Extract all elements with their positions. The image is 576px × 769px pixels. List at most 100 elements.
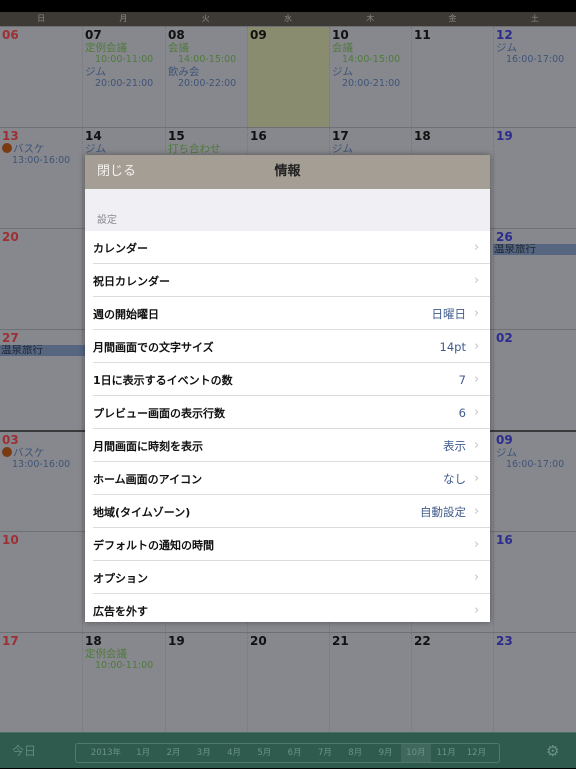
day-number: 03 [2, 433, 19, 447]
settings-row-label: プレビュー画面の表示行数 [93, 406, 225, 420]
weekday-label: 土 [530, 14, 539, 23]
day-cell[interactable]: 20 [0, 229, 82, 329]
month-tab[interactable]: 9月 [370, 744, 400, 762]
day-number: 11 [414, 28, 431, 42]
event-title: バスケ [13, 143, 45, 155]
event-time: 20:00-22:00 [178, 78, 237, 89]
day-number: 23 [496, 634, 513, 648]
day-cell[interactable]: 12 ジム 16:00-17:00 [493, 27, 576, 127]
event-item[interactable]: 定例会議 10:00-11:00 [85, 42, 163, 66]
multi-day-event-bar[interactable]: 温泉旅行 [493, 244, 576, 255]
event-item[interactable]: 会議 14:00-15:00 [168, 42, 245, 66]
settings-row[interactable]: 1日に表示するイベントの数 7 › [85, 363, 490, 396]
event-item[interactable]: ジム 16:00-17:00 [496, 42, 574, 66]
basketball-icon [2, 447, 12, 457]
settings-row[interactable]: プレビュー画面の表示行数 6 › [85, 396, 490, 429]
settings-row[interactable]: 週の開始曜日 日曜日 › [85, 297, 490, 330]
event-item[interactable]: バスケ 13:00-16:00 [2, 447, 80, 471]
settings-row[interactable]: オプション › [85, 561, 490, 594]
settings-row[interactable]: 月間画面に時刻を表示 表示 › [85, 429, 490, 462]
event-title: ジム [85, 66, 106, 78]
day-cell[interactable]: 10 会議 14:00-15:00 ジム 20:00-21:00 [329, 27, 411, 127]
settings-row[interactable]: カレンダー › [85, 231, 490, 264]
month-tab[interactable]: 8月 [340, 744, 370, 762]
event-item[interactable]: ジム 16:00-17:00 [496, 447, 574, 471]
chevron-right-icon: › [474, 504, 480, 519]
event-item[interactable]: ジム 20:00-21:00 [332, 66, 409, 90]
day-cell[interactable]: 17 [0, 633, 82, 733]
settings-row-label: 地域(タイムゾーン) [93, 505, 191, 519]
month-tab[interactable]: 7月 [310, 744, 340, 762]
event-time: 20:00-21:00 [95, 78, 154, 89]
day-cell[interactable]: 13 バスケ 13:00-16:00 [0, 128, 82, 228]
month-tab[interactable]: 6月 [279, 744, 309, 762]
settings-row[interactable]: 地域(タイムゾーン) 自動設定 › [85, 495, 490, 528]
day-cell[interactable]: 10 [0, 532, 82, 632]
weekday-label: 木 [366, 14, 375, 23]
day-cell[interactable]: 08 会議 14:00-15:00 飲み会 20:00-22:00 [165, 27, 247, 127]
month-tab[interactable]: 1月 [128, 744, 158, 762]
event-item[interactable]: 会議 14:00-15:00 [332, 42, 409, 66]
month-tab[interactable]: 3月 [189, 744, 219, 762]
day-cell[interactable]: 16 [493, 532, 576, 632]
settings-row[interactable]: 広告を外す › [85, 594, 490, 622]
day-number: 20 [250, 634, 267, 648]
settings-list: カレンダー › 祝日カレンダー › 週の開始曜日 日曜日 › 月間画面での文字サイズ 14pt ›… [85, 231, 490, 622]
event-item[interactable]: 打ち合わせ [168, 143, 245, 155]
day-cell[interactable]: 09 ジム 16:00-17:00 [493, 432, 576, 532]
event-item[interactable]: ジム [332, 143, 409, 155]
month-tab[interactable]: 10月 [400, 744, 431, 762]
day-number: 07 [85, 28, 102, 42]
day-cell[interactable]: 23 [493, 633, 576, 733]
day-number: 17 [332, 129, 349, 143]
event-item[interactable]: 飲み会 20:00-22:00 [168, 66, 245, 90]
day-cell[interactable]: 20 [247, 633, 329, 733]
close-button[interactable]: 閉じる [97, 155, 136, 189]
month-tab[interactable]: 2月 [158, 744, 188, 762]
settings-row[interactable]: ホーム画面のアイコン なし › [85, 462, 490, 495]
day-cell[interactable]: 19 [165, 633, 247, 733]
day-cell[interactable]: 07 定例会議 10:00-11:00 ジム 20:00-21:00 [82, 27, 165, 127]
settings-row-label: 祝日カレンダー [93, 274, 170, 288]
event-item[interactable]: ジム 20:00-21:00 [85, 66, 163, 90]
day-number: 08 [168, 28, 185, 42]
settings-row-label: ホーム画面のアイコン [93, 472, 203, 486]
day-cell[interactable]: 11 [411, 27, 493, 127]
event-item[interactable]: バスケ 13:00-16:00 [2, 143, 80, 167]
section-header: 設定 [97, 215, 117, 226]
year-label[interactable]: 2013年 [84, 744, 128, 762]
settings-row[interactable]: 祝日カレンダー › [85, 264, 490, 297]
day-cell[interactable]: 18 定例会議 10:00-11:00 [82, 633, 165, 733]
event-item[interactable]: ジム [85, 143, 163, 155]
day-cell[interactable]: 21 [329, 633, 411, 733]
event-title: 打ち合わせ [168, 143, 221, 155]
today-button[interactable]: 今日 [12, 733, 36, 769]
month-tab[interactable]: 4月 [219, 744, 249, 762]
event-item[interactable]: 定例会議 10:00-11:00 [85, 648, 163, 672]
event-title: バスケ [13, 447, 45, 459]
settings-row[interactable]: デフォルトの通知の時間 › [85, 528, 490, 561]
event-time: 13:00-16:00 [12, 155, 71, 166]
event-time: 16:00-17:00 [506, 54, 565, 65]
day-number: 15 [168, 129, 185, 143]
event-title: 定例会議 [85, 648, 127, 660]
day-cell[interactable]: 06 [0, 27, 82, 127]
event-time: 16:00-17:00 [506, 459, 565, 470]
day-number: 27 [2, 331, 19, 345]
day-cell[interactable]: 03 バスケ 13:00-16:00 [0, 432, 82, 532]
gear-icon[interactable]: ⚙ [546, 742, 559, 760]
day-cell[interactable]: 09 [247, 27, 329, 127]
settings-row-label: 月間画面での文字サイズ [93, 340, 214, 354]
settings-row-label: 週の開始曜日 [93, 307, 159, 321]
week-row: 06 07 定例会議 10:00-11:00 ジム 20:00-21:00 08 会議 14:0… [0, 26, 576, 127]
day-cell[interactable]: 22 [411, 633, 493, 733]
day-cell[interactable]: 19 [493, 128, 576, 228]
day-cell[interactable]: 02 [493, 330, 576, 430]
chevron-right-icon: › [474, 405, 480, 420]
month-tab[interactable]: 12月 [461, 744, 491, 762]
settings-row[interactable]: 月間画面での文字サイズ 14pt › [85, 330, 490, 363]
month-tab[interactable]: 5月 [249, 744, 279, 762]
event-time: 20:00-21:00 [342, 78, 401, 89]
day-number: 10 [332, 28, 349, 42]
month-tab[interactable]: 11月 [431, 744, 461, 762]
